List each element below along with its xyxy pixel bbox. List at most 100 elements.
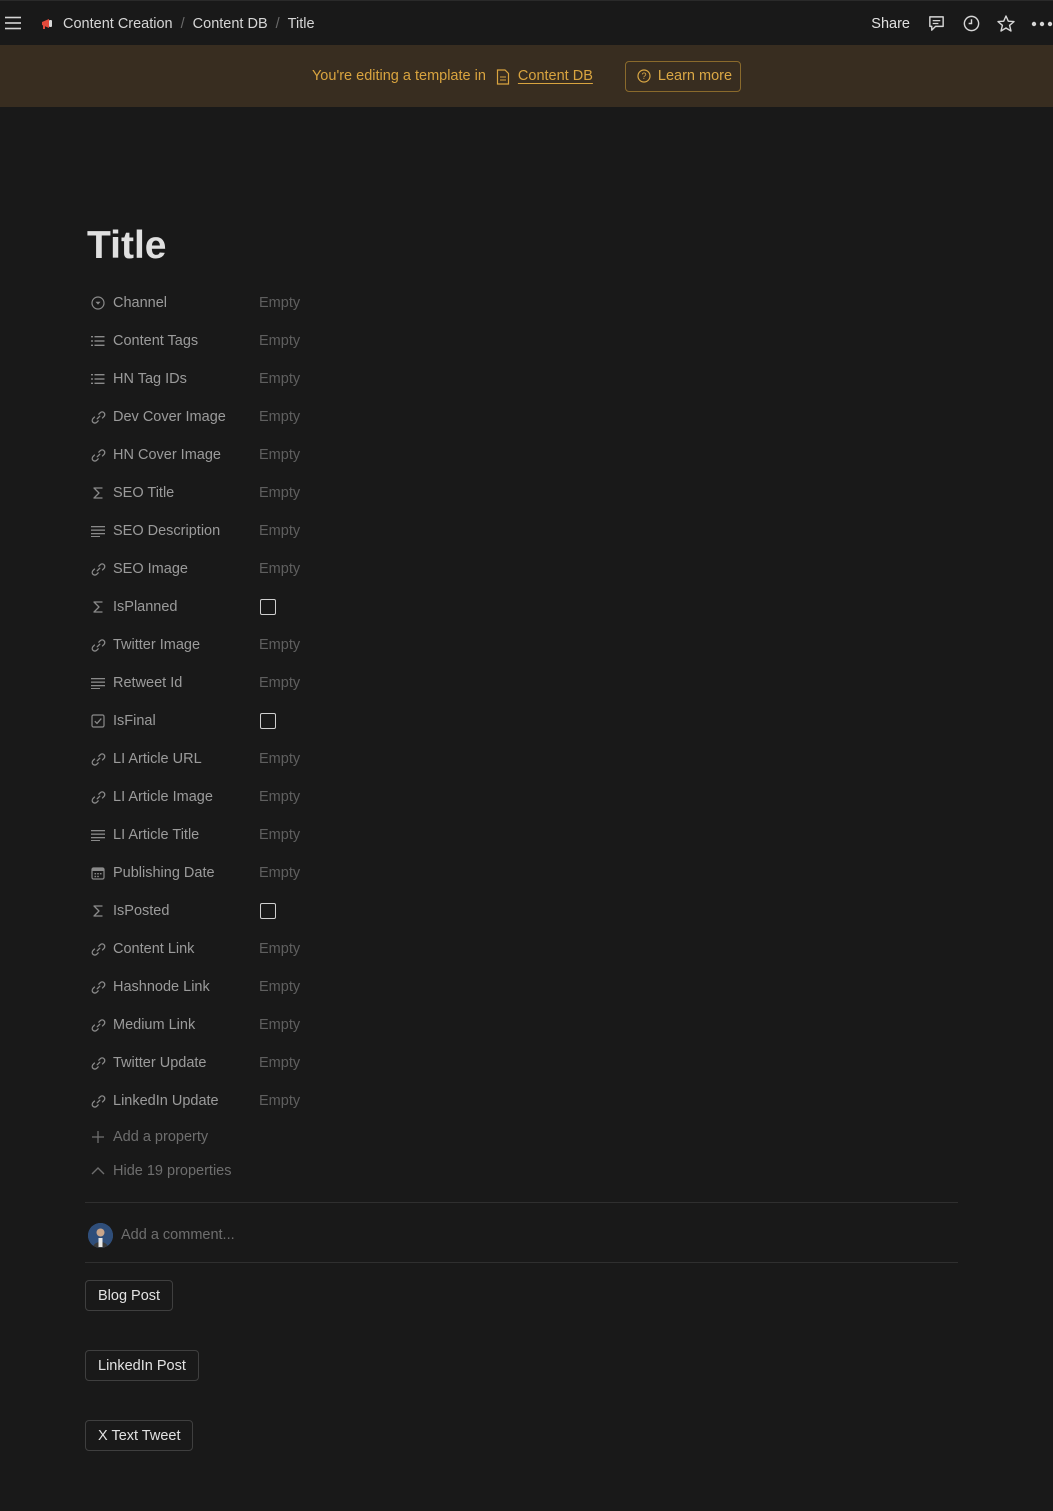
linkedin-post-button[interactable]: LinkedIn Post xyxy=(85,1350,199,1381)
property-name-li-article-url[interactable]: LI Article URL xyxy=(86,751,259,767)
property-checkbox-isplanned[interactable] xyxy=(260,599,276,615)
property-row-retweet-id: Retweet Id Empty xyxy=(86,664,686,702)
property-name-dev-cover-image[interactable]: Dev Cover Image xyxy=(86,409,259,425)
property-name-content-link[interactable]: Content Link xyxy=(86,941,259,957)
breadcrumb-content-db[interactable]: Content DB xyxy=(193,16,268,32)
learn-more-label: Learn more xyxy=(657,68,733,84)
url-icon xyxy=(90,637,106,653)
property-label: Retweet Id xyxy=(113,675,183,691)
property-label: LI Article Image xyxy=(113,789,213,805)
property-name-content-tags[interactable]: Content Tags xyxy=(86,333,259,349)
comment-input[interactable]: Add a comment... xyxy=(121,1227,235,1243)
property-name-hashnode-link[interactable]: Hashnode Link xyxy=(86,979,259,995)
property-name-hn-cover-image[interactable]: HN Cover Image xyxy=(86,447,259,463)
property-name-seo-title[interactable]: SEO Title xyxy=(86,485,259,501)
comments-icon[interactable] xyxy=(926,14,946,34)
property-value-li-article-image[interactable]: Empty xyxy=(259,789,300,805)
property-name-isposted[interactable]: IsPosted xyxy=(86,903,259,919)
property-name-li-article-image[interactable]: LI Article Image xyxy=(86,789,259,805)
property-name-isplanned[interactable]: IsPlanned xyxy=(86,599,259,615)
menu-icon[interactable] xyxy=(5,15,21,31)
url-icon xyxy=(90,751,106,767)
property-name-seo-image[interactable]: SEO Image xyxy=(86,561,259,577)
property-name-publishing-date[interactable]: Publishing Date xyxy=(86,865,259,881)
property-checkbox-isposted[interactable] xyxy=(260,903,276,919)
property-label: IsPlanned xyxy=(113,599,178,615)
multi-select-icon xyxy=(90,371,106,387)
property-value-hn-cover-image[interactable]: Empty xyxy=(259,447,300,463)
blog-post-button[interactable]: Blog Post xyxy=(85,1280,174,1311)
hide-properties-button[interactable]: Hide 19 properties xyxy=(86,1154,686,1188)
star-icon[interactable] xyxy=(996,14,1016,34)
text-icon xyxy=(90,523,106,539)
breadcrumb-title[interactable]: Title xyxy=(288,16,315,32)
property-value-publishing-date[interactable]: Empty xyxy=(259,865,300,881)
property-value-content-tags[interactable]: Empty xyxy=(259,333,300,349)
top-actions: Share xyxy=(871,1,1053,46)
checkbox-icon xyxy=(90,713,106,729)
url-icon xyxy=(90,409,106,425)
property-value-dev-cover-image[interactable]: Empty xyxy=(259,409,300,425)
property-value-channel[interactable]: Empty xyxy=(259,295,300,311)
property-name-li-article-title[interactable]: LI Article Title xyxy=(86,827,259,843)
property-label: Publishing Date xyxy=(113,865,215,881)
property-value-li-article-url[interactable]: Empty xyxy=(259,751,300,767)
property-label: SEO Description xyxy=(113,523,221,539)
property-value-hn-tag-ids[interactable]: Empty xyxy=(259,371,300,387)
property-name-seo-description[interactable]: SEO Description xyxy=(86,523,259,539)
banner-content-db-link[interactable]: Content DB xyxy=(518,68,593,84)
property-row-seo-image: SEO Image Empty xyxy=(86,550,686,588)
property-checkbox-isfinal[interactable] xyxy=(260,713,276,729)
url-icon xyxy=(90,979,106,995)
property-name-medium-link[interactable]: Medium Link xyxy=(86,1017,259,1033)
property-name-channel[interactable]: Channel xyxy=(86,295,259,311)
property-value-hashnode-link[interactable]: Empty xyxy=(259,979,300,995)
page-title[interactable]: Title xyxy=(87,224,166,268)
property-row-li-article-url: LI Article URL Empty xyxy=(86,740,686,778)
multi-select-icon xyxy=(90,333,106,349)
property-value-linkedin-update[interactable]: Empty xyxy=(259,1093,300,1109)
property-value-seo-description[interactable]: Empty xyxy=(259,523,300,539)
property-row-isfinal: IsFinal xyxy=(86,702,686,740)
property-row-medium-link: Medium Link Empty xyxy=(86,1006,686,1044)
megaphone-icon xyxy=(40,16,56,32)
comment-row: Add a comment... xyxy=(88,1222,235,1248)
breadcrumb-separator: / xyxy=(275,15,280,32)
properties-list: Channel Empty Content Tags Empty HN Tag IDs E… xyxy=(86,284,686,1188)
property-label: SEO Title xyxy=(113,485,175,501)
add-property-label: Add a property xyxy=(113,1129,209,1145)
property-value-seo-image[interactable]: Empty xyxy=(259,561,300,577)
property-row-publishing-date: Publishing Date Empty xyxy=(86,854,686,892)
property-row-seo-title: SEO Title Empty xyxy=(86,474,686,512)
more-icon[interactable] xyxy=(1031,14,1053,34)
avatar xyxy=(88,1222,113,1248)
banner-text: You're editing a template in xyxy=(311,68,486,84)
property-value-twitter-image[interactable]: Empty xyxy=(259,637,300,653)
formula-icon xyxy=(90,485,106,501)
x-text-tweet-button[interactable]: X Text Tweet xyxy=(85,1420,194,1451)
learn-more-button[interactable]: ? Learn more xyxy=(624,60,742,92)
property-name-retweet-id[interactable]: Retweet Id xyxy=(86,675,259,691)
property-value-content-link[interactable]: Empty xyxy=(259,941,300,957)
text-icon xyxy=(90,827,106,843)
property-value-li-article-title[interactable]: Empty xyxy=(259,827,300,843)
property-value-retweet-id[interactable]: Empty xyxy=(259,675,300,691)
property-row-isplanned: IsPlanned xyxy=(86,588,686,626)
breadcrumb-content-creation[interactable]: Content Creation xyxy=(63,16,173,32)
property-name-hn-tag-ids[interactable]: HN Tag IDs xyxy=(86,371,259,387)
calendar-icon xyxy=(90,865,106,881)
property-value-seo-title[interactable]: Empty xyxy=(259,485,300,501)
property-value-medium-link[interactable]: Empty xyxy=(259,1017,300,1033)
property-name-isfinal[interactable]: IsFinal xyxy=(86,713,259,729)
add-property-button[interactable]: Add a property xyxy=(86,1120,686,1154)
history-icon[interactable] xyxy=(961,14,981,34)
share-button[interactable]: Share xyxy=(871,16,910,32)
property-name-linkedin-update[interactable]: LinkedIn Update xyxy=(86,1093,259,1109)
property-name-twitter-image[interactable]: Twitter Image xyxy=(86,637,259,653)
property-label: Hashnode Link xyxy=(113,979,210,995)
plus-icon xyxy=(90,1129,106,1145)
property-name-twitter-update[interactable]: Twitter Update xyxy=(86,1055,259,1071)
breadcrumb: Content Creation / Content DB / Title xyxy=(40,1,315,46)
property-value-twitter-update[interactable]: Empty xyxy=(259,1055,300,1071)
select-icon xyxy=(90,295,106,311)
